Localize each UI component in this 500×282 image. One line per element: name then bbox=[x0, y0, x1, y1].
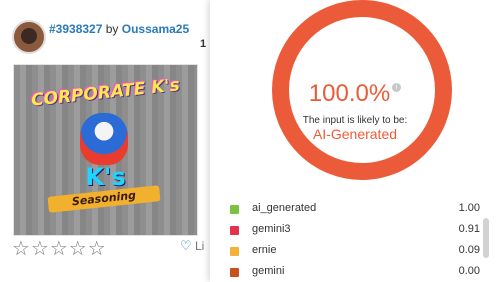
model-score: 0.00 bbox=[458, 265, 480, 277]
model-name: ernie bbox=[252, 244, 277, 256]
legend-swatch bbox=[230, 247, 239, 256]
score-value: 100.0% bbox=[308, 80, 391, 107]
artwork-title: CORPORATE K's bbox=[30, 75, 181, 111]
by-text: by bbox=[105, 22, 119, 36]
score-percentage: 100.0% i bbox=[210, 80, 500, 108]
info-icon[interactable]: i bbox=[392, 83, 402, 92]
rooster-illustration bbox=[80, 113, 128, 165]
model-row: ernie 0.09 bbox=[230, 241, 480, 262]
model-row: ai_generated 1.00 bbox=[230, 199, 480, 220]
model-name: gemini bbox=[252, 265, 285, 277]
entry-id-link[interactable]: #3938327 bbox=[49, 22, 102, 36]
model-row: gemini3 0.91 bbox=[230, 220, 480, 241]
author-link[interactable]: Oussama25 bbox=[122, 22, 189, 36]
avatar[interactable] bbox=[12, 20, 46, 54]
likely-label: The input is likely to be: bbox=[302, 115, 408, 126]
heart-icon: ♡ bbox=[180, 238, 192, 253]
model-row: gemini 0.00 bbox=[230, 262, 480, 282]
model-name: gemini3 bbox=[252, 223, 291, 235]
model-name: ai_generated bbox=[252, 202, 317, 214]
verdict-label: AI-Generated bbox=[312, 126, 398, 142]
artwork-subtitle: K's bbox=[85, 163, 126, 191]
star-rating[interactable]: ☆☆☆☆☆ bbox=[12, 236, 107, 261]
legend-swatch bbox=[230, 205, 239, 214]
scrollbar[interactable] bbox=[483, 218, 489, 258]
ai-detector-panel: 100.0% i The input is likely to be: AI-Ge… bbox=[210, 0, 500, 282]
model-score: 1.00 bbox=[458, 202, 480, 214]
listing-card: #3938327 by Oussama25 1 CORPORATE K's K'… bbox=[0, 0, 210, 282]
artwork-image[interactable]: CORPORATE K's K's Seasoning bbox=[13, 64, 198, 236]
byline: #3938327 by Oussama25 bbox=[49, 22, 189, 36]
model-score: 0.91 bbox=[458, 223, 480, 235]
legend-swatch bbox=[230, 226, 239, 235]
like-button[interactable]: ♡ Li bbox=[180, 238, 204, 254]
model-score: 0.09 bbox=[458, 244, 480, 256]
like-label: Li bbox=[195, 239, 205, 253]
legend-swatch bbox=[230, 268, 239, 277]
model-score-list: ai_generated 1.00 gemini3 0.91 ernie 0.0… bbox=[230, 202, 480, 282]
rank-number: 1 bbox=[200, 38, 207, 50]
